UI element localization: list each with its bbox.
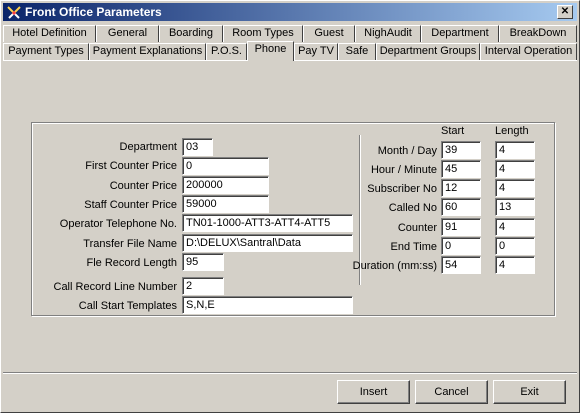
subscriber-no-length-field[interactable]: 4 (495, 179, 535, 197)
department-field[interactable]: 03 (182, 138, 213, 156)
tab-payment-types[interactable]: Payment Types (3, 43, 89, 60)
month-day-label: Month / Day (377, 145, 437, 157)
first-counter-price-field[interactable]: 0 (182, 157, 269, 175)
called-no-start-field[interactable]: 60 (441, 198, 481, 216)
staff-counter-price-field[interactable]: 59000 (182, 195, 269, 213)
tab-room-types[interactable]: Room Types (223, 25, 303, 42)
tab-general[interactable]: General (96, 25, 159, 42)
end-time-start-field[interactable]: 0 (441, 237, 481, 255)
subscriber-no-label: Subscriber No (367, 183, 437, 195)
operator-telephone-label: Operator Telephone No. (59, 218, 177, 230)
duration-label: Duration (mm:ss) (352, 260, 437, 272)
end-time-length-field[interactable]: 0 (495, 237, 535, 255)
start-column-header: Start (441, 125, 465, 137)
operator-telephone-field[interactable]: TN01-1000-ATT3-ATT4-ATT5 (182, 214, 353, 232)
close-button[interactable]: ✕ (557, 5, 573, 19)
tab-department-groups[interactable]: Department Groups (376, 43, 480, 60)
tab-breakdown[interactable]: BreakDown (499, 25, 577, 42)
counter-start-field[interactable]: 91 (441, 218, 481, 236)
hour-minute-start-field[interactable]: 45 (441, 160, 481, 178)
cancel-button[interactable]: Cancel (415, 380, 488, 404)
first-counter-price-label: First Counter Price (85, 160, 177, 172)
duration-length-field[interactable]: 4 (495, 256, 535, 274)
hour-minute-label: Hour / Minute (370, 164, 437, 176)
call-record-line-number-field[interactable]: 2 (182, 277, 224, 295)
tab-guest[interactable]: Guest (303, 25, 355, 42)
counter-price-field[interactable]: 200000 (182, 176, 269, 194)
exit-button[interactable]: Exit (493, 380, 566, 404)
month-day-length-field[interactable]: 4 (495, 141, 535, 159)
front-office-parameters-window: Front Office Parameters ✕ Hotel Definiti… (0, 0, 580, 413)
called-no-length-field[interactable]: 13 (495, 198, 535, 216)
subscriber-no-start-field[interactable]: 12 (441, 179, 481, 197)
insert-button[interactable]: Insert (337, 380, 410, 404)
transfer-file-name-label: Transfer File Name (83, 238, 177, 250)
end-time-label: End Time (390, 241, 437, 253)
footer-separator (3, 372, 577, 373)
title-bar[interactable]: Front Office Parameters ✕ (3, 3, 577, 21)
length-column-header: Length (495, 125, 529, 137)
call-start-templates-label: Call Start Templates (78, 300, 177, 312)
close-icon: ✕ (560, 6, 570, 17)
call-record-line-number-label: Call Record Line Number (53, 281, 178, 293)
counter-length-field[interactable]: 4 (495, 218, 535, 236)
tab-pay-tv[interactable]: Pay TV (294, 43, 338, 60)
staff-counter-price-label: Staff Counter Price (84, 199, 177, 211)
hour-minute-length-field[interactable]: 4 (495, 160, 535, 178)
transfer-file-name-field[interactable]: D:\DELUX\Santral\Data (182, 234, 353, 252)
counter-price-label: Counter Price (109, 180, 177, 192)
tab-phone[interactable]: Phone (247, 41, 294, 61)
called-no-label: Called No (388, 202, 437, 214)
file-record-length-label: Fle Record Length (86, 257, 178, 269)
tab-boarding[interactable]: Boarding (159, 25, 223, 42)
window-title: Front Office Parameters (25, 5, 162, 19)
duration-start-field[interactable]: 54 (441, 256, 481, 274)
counter-label: Counter (397, 222, 437, 234)
tab-hotel-definition[interactable]: Hotel Definition (3, 25, 96, 42)
tab-pos[interactable]: P.O.S. (206, 43, 247, 60)
tab-department[interactable]: Department (421, 25, 499, 42)
tab-interval-operation[interactable]: Interval Operation (480, 43, 577, 60)
month-day-start-field[interactable]: 39 (441, 141, 481, 159)
tab-nigh-audit[interactable]: NighAudit (355, 25, 421, 42)
tab-payment-explanations[interactable]: Payment Explanations (89, 43, 206, 60)
tab-safe[interactable]: Safe (338, 43, 376, 60)
app-icon (7, 6, 21, 19)
department-label: Department (119, 141, 177, 153)
file-record-length-field[interactable]: 95 (182, 253, 224, 271)
call-start-templates-field[interactable]: S,N,E (182, 296, 353, 314)
